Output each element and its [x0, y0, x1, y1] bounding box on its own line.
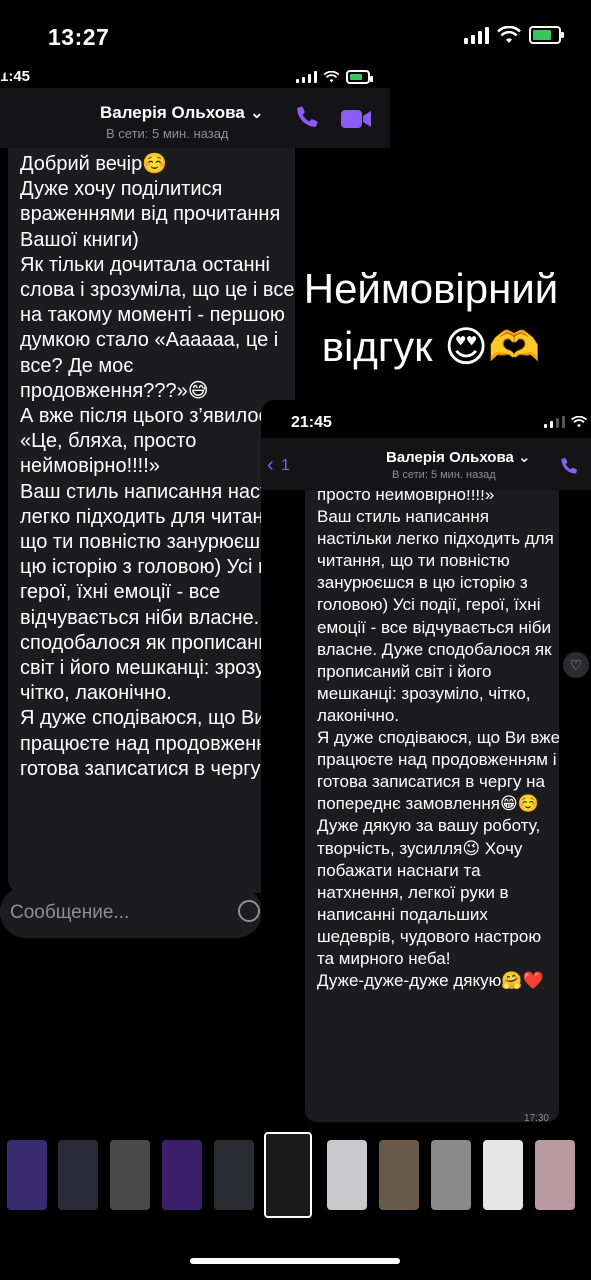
right-status-icons — [544, 416, 587, 428]
back-chevron-icon[interactable]: ‹ — [267, 454, 274, 477]
story-thumbnail[interactable] — [214, 1140, 254, 1210]
left-status-time: 1:45 — [0, 68, 31, 85]
right-status-time: 21:45 — [291, 414, 332, 431]
right-wifi-icon — [571, 416, 587, 428]
right-contact-name: Валерія Ольхова ⌄ — [386, 449, 531, 466]
left-wifi-icon — [323, 71, 340, 83]
right-message-text: просто неймовірно!!!!» Ваш стиль написан… — [317, 490, 559, 991]
story-thumbnail[interactable] — [264, 1132, 312, 1218]
left-message-text: Добрий вечір☺️ Дуже хочу поділитися враж… — [20, 153, 295, 780]
wifi-icon — [497, 26, 521, 43]
left-signal-icon — [296, 71, 317, 83]
right-chat-header: ‹ 1 Валерія Ольхова ⌄ В сети: 5 мин. наз… — [261, 438, 591, 490]
left-chat-header: Валерія Ольхова ⌄ В сети: 5 мин. назад — [0, 88, 390, 148]
signal-icon — [464, 26, 489, 44]
story-thumbnail[interactable] — [431, 1140, 471, 1210]
left-contact-status: В сети: 5 мин. назад — [106, 126, 229, 141]
message-input[interactable]: Сообщение... — [0, 886, 262, 938]
story-thumbnail[interactable] — [58, 1140, 98, 1210]
story-thumbnail[interactable] — [7, 1140, 47, 1210]
left-contact-name: Валерія Ольхова ⌄ — [100, 103, 264, 122]
story-headline: Неймовірний відгук 😍🫶 — [303, 265, 559, 370]
emoji-icon[interactable] — [238, 900, 260, 922]
left-battery-icon — [346, 70, 373, 84]
story-thumbnail[interactable] — [483, 1140, 523, 1210]
right-phone-icon — [561, 458, 577, 474]
message-input-placeholder: Сообщение... — [10, 902, 130, 923]
right-message-bubble: просто неймовірно!!!!» Ваш стиль написан… — [305, 490, 559, 1122]
message-timestamp: 17:30 — [523, 1113, 549, 1122]
right-contact-status: В сети: 5 мин. назад — [392, 469, 496, 481]
story-thumbnail[interactable] — [379, 1140, 419, 1210]
back-count: 1 — [281, 457, 290, 474]
left-message-bubble: Добрий вечір☺️ Дуже хочу поділитися враж… — [8, 148, 295, 893]
phone-icon — [297, 106, 318, 127]
right-chat-screenshot: 21:45 ‹ 1 Валерія Ольхова ⌄ В сети: 5 ми… — [261, 400, 591, 1124]
right-signal-icon — [544, 416, 565, 428]
home-indicator — [190, 1258, 400, 1264]
story-thumbnail[interactable] — [327, 1140, 367, 1210]
left-mini-status: 1:45 — [0, 68, 390, 88]
story-thumbnail[interactable] — [110, 1140, 150, 1210]
story-thumbnail[interactable] — [535, 1140, 575, 1210]
story-thumbnail-strip — [0, 1132, 591, 1222]
video-call-icon — [341, 110, 371, 128]
heart-icon[interactable]: ♡ — [563, 652, 589, 678]
battery-icon — [529, 26, 564, 44]
status-time: 13:27 — [48, 24, 110, 50]
story-card[interactable]: 1:45 Валерія Ольхова ⌄ В сети: 5 мин. на… — [0, 68, 591, 1124]
story-thumbnail[interactable] — [162, 1140, 202, 1210]
status-icons — [464, 26, 564, 44]
status-bar: 13:27 — [0, 0, 591, 70]
left-status-icons — [296, 70, 373, 84]
